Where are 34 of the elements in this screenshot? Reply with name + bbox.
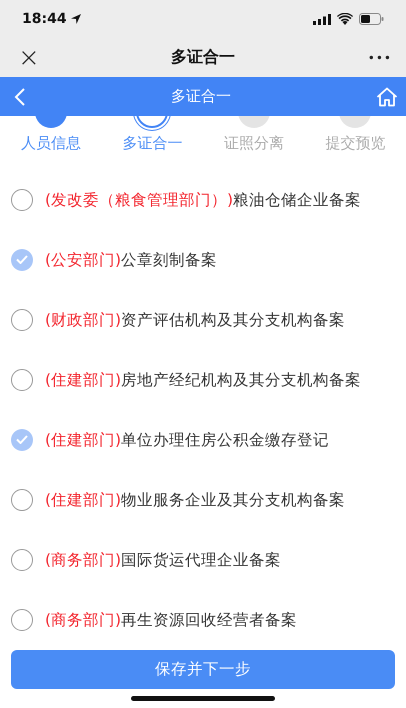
checkbox[interactable] — [11, 608, 33, 630]
home-icon[interactable] — [376, 86, 398, 106]
signal-icon — [313, 14, 331, 24]
item-label: (住建部门)物业服务企业及其分支机构备案 — [45, 490, 346, 510]
check-icon — [16, 435, 28, 444]
page-title: 多证合一 — [171, 47, 235, 68]
checkbox[interactable] — [11, 248, 33, 270]
item-label: (住建部门)单位办理住房公积金缴存登记 — [45, 430, 330, 450]
step-label[interactable]: 证照分离 — [224, 134, 284, 153]
item-label: (公安部门)公章刻制备案 — [45, 250, 218, 270]
item-label: (商务部门)国际货运代理企业备案 — [45, 550, 282, 570]
more-button[interactable]: ••• — [364, 50, 392, 64]
checkbox[interactable] — [11, 188, 33, 210]
back-icon[interactable] — [14, 86, 26, 106]
checkbox[interactable] — [11, 548, 33, 570]
item-label: (住建部门)房地产经纪机构及其分支机构备案 — [45, 370, 362, 390]
checkbox[interactable] — [11, 368, 33, 390]
step-label[interactable]: 提交预览 — [325, 134, 386, 153]
checkbox[interactable] — [11, 308, 33, 330]
checkbox[interactable] — [11, 428, 33, 450]
step-label[interactable]: 人员信息 — [20, 134, 81, 153]
item-label: (商务部门)再生资源回收经营者备案 — [45, 610, 298, 630]
close-button[interactable]: × — [18, 44, 42, 70]
checkbox[interactable] — [11, 488, 33, 510]
location-arrow-icon — [70, 14, 81, 24]
check-icon — [16, 255, 28, 264]
save-next-button[interactable]: 保存并下一步 — [11, 650, 395, 689]
clock-time: 18:44 — [22, 11, 67, 27]
header-title: 多证合一 — [171, 87, 231, 106]
item-label: (财政部门)资产评估机构及其分支机构备案 — [45, 310, 346, 330]
step-label[interactable]: 多证合一 — [122, 134, 182, 153]
wifi-icon — [337, 13, 353, 25]
battery-icon — [359, 13, 384, 25]
item-label: (发改委（粮食管理部门）)粮油仓储企业备案 — [45, 190, 362, 210]
